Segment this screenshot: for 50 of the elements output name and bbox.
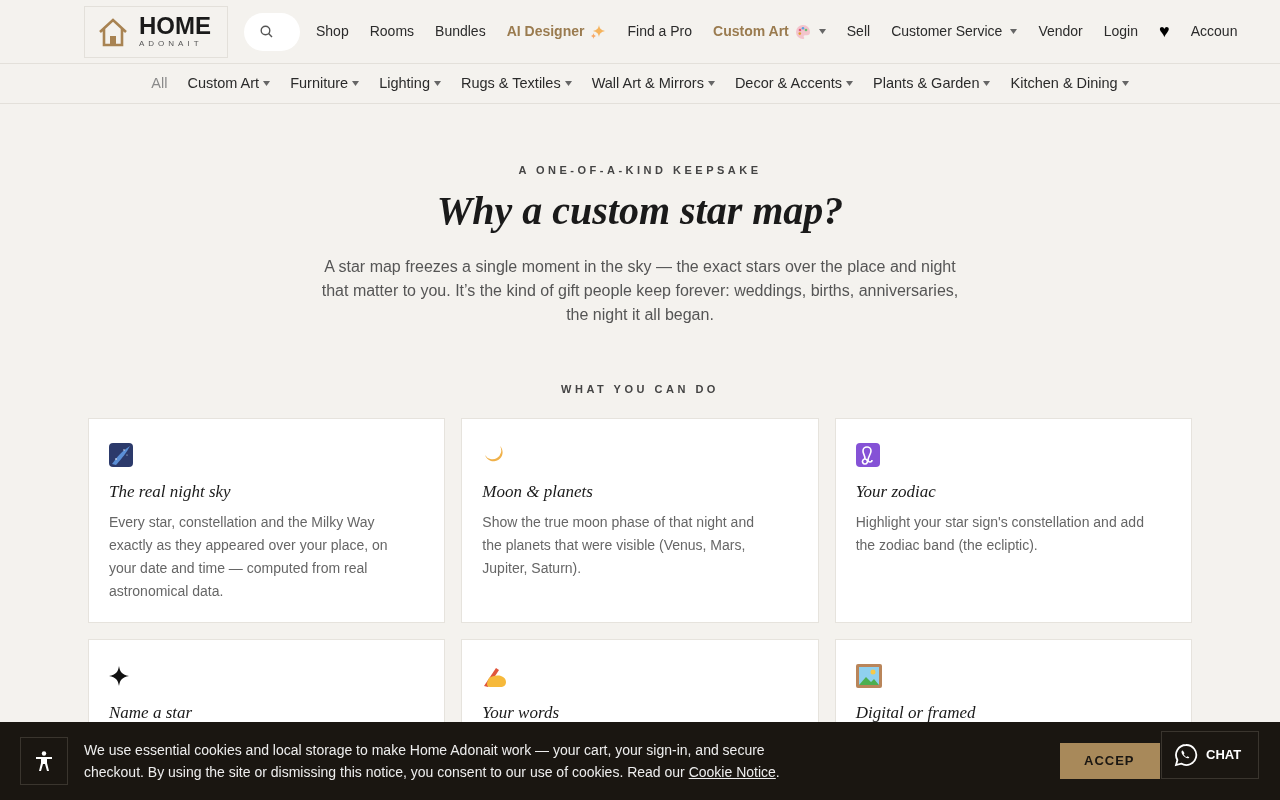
nav-link[interactable]: Rooms — [369, 21, 415, 42]
category-link[interactable]: Wall Art & Mirrors — [591, 72, 715, 95]
category-link[interactable]: Kitchen & Dining — [1010, 72, 1129, 95]
nav-link[interactable]: Bundles — [435, 21, 486, 42]
category-link[interactable]: Lighting — [379, 72, 441, 95]
nav-link[interactable]: Custom Art — [713, 21, 826, 42]
intro-paragraph: A star map freezes a single moment in the sky — the exact stars over the place and night that matter to you. It’s the kind of gift people keep forever: weddings, births, anniversaries, the night it all began. — [320, 256, 960, 325]
category-link[interactable]: Plants & Garden — [873, 72, 991, 95]
card-text: Every star, constellation and the Milky Way exactly as they appeared over your place, on your date and time — computed from real astronomical data. — [109, 512, 389, 601]
nav-link[interactable]: Shop — [316, 21, 349, 42]
sparkle-icon — [109, 666, 129, 686]
logo[interactable]: HOME ADONAIT — [84, 5, 228, 58]
chat-icon — [1174, 743, 1198, 767]
subheading: WHAT YOU CAN DO — [561, 381, 719, 397]
category-link[interactable]: Rugs & Textiles — [460, 72, 572, 95]
accessibility-icon — [35, 751, 53, 771]
logo-name: HOME — [139, 13, 211, 38]
cookie-notice-text: We use essential cookies and local storage to make Home Adonait work — your cart, your sign-in, and secure checkout. By using the site or dismissing this notice, you consent to our use of cookies. Read our Cookie Notice. — [84, 741, 781, 782]
nav-link[interactable]: Sell — [846, 21, 871, 42]
section-title: Why a custom star map? — [436, 186, 844, 235]
wishlist-link[interactable]: ♥ — [1159, 18, 1170, 45]
card-title: The real night sky — [109, 481, 232, 503]
nav-link[interactable]: AI Designer — [506, 21, 607, 42]
house-icon — [97, 16, 129, 47]
chat-button[interactable]: CHAT — [1161, 731, 1259, 779]
nav-link[interactable]: Vendor — [1038, 21, 1083, 42]
accept-button[interactable]: ACCEP — [1060, 743, 1160, 779]
nav-link[interactable]: Accoun — [1190, 21, 1238, 42]
palette-icon — [794, 23, 811, 40]
logo-tagline: ADONAIT — [139, 37, 204, 50]
search-icon — [260, 25, 273, 38]
category-link[interactable]: Custom Art — [187, 72, 271, 95]
accessibility-button[interactable] — [20, 737, 68, 785]
card-title: Moon & planets — [482, 481, 594, 503]
card-title: Digital or framed — [855, 702, 977, 724]
milky-way-icon — [109, 443, 133, 467]
card-title: Your zodiac — [855, 481, 937, 503]
nav-link[interactable]: Customer Service — [891, 21, 1018, 42]
card-text: Show the true moon phase of that night and the planets that were visible (Venus, Mars, Jupiter, Saturn). — [482, 512, 755, 578]
leo-sign-icon — [855, 443, 880, 467]
category-link[interactable]: Furniture — [290, 72, 360, 95]
nav-link[interactable]: Find a Pro — [627, 21, 693, 42]
cookie-notice-link[interactable]: Cookie Notice — [688, 764, 776, 780]
card-title: Name a star — [109, 702, 194, 724]
card-title: Your words — [482, 702, 561, 724]
eyebrow-text: A ONE-OF-A-KIND KEEPSAKE — [518, 163, 762, 178]
framed-picture-icon — [855, 664, 882, 688]
category-link[interactable]: Decor & Accents — [734, 72, 854, 95]
card-text: Highlight your star sign's constellation and add the zodiac band (the ecliptic). — [855, 512, 1145, 555]
nav-link[interactable]: Login — [1103, 21, 1139, 42]
